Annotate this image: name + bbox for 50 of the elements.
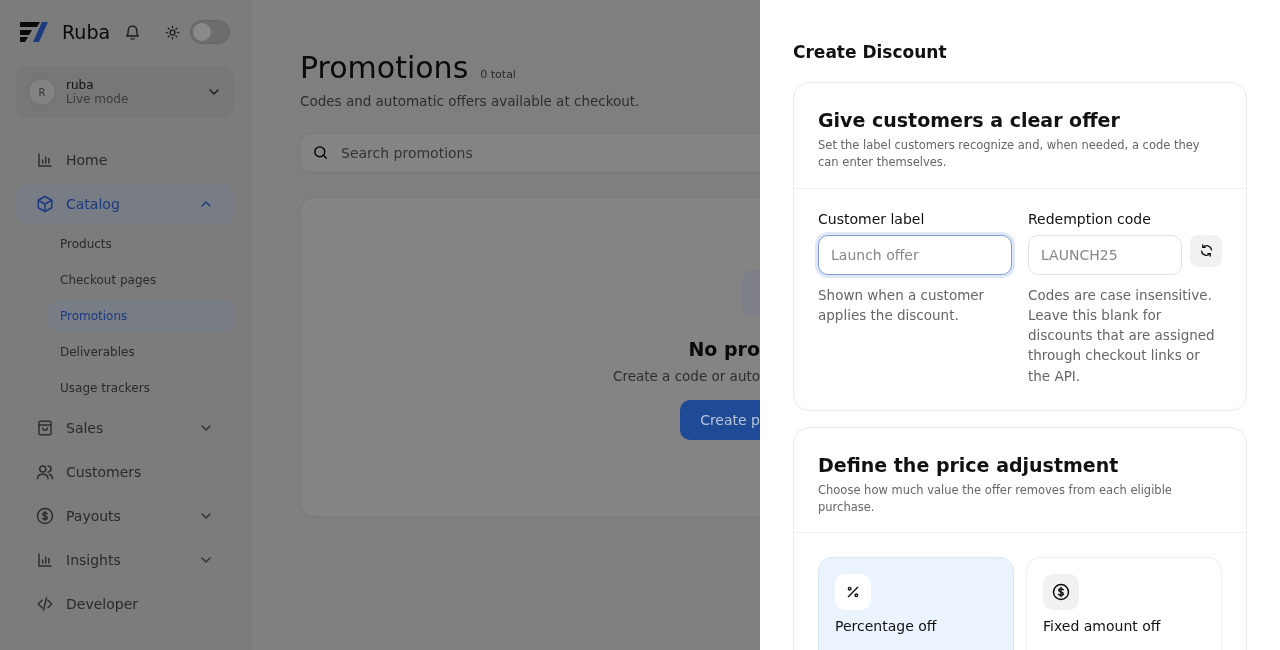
logo-icon xyxy=(20,22,48,42)
bell-icon xyxy=(124,23,141,41)
section-description: Set the label customers recognize and, when needed, a code they can enter themselves. xyxy=(818,137,1201,172)
account-avatar: R xyxy=(28,78,56,106)
code-icon xyxy=(36,595,54,613)
section-heading: Define the price adjustment xyxy=(818,453,1120,476)
total-count: 0 total xyxy=(480,68,516,81)
dollar-circle-icon xyxy=(1052,583,1070,602)
nav-item[interactable]: Developer xyxy=(16,584,234,624)
text-field[interactable]: Launch offer xyxy=(818,234,1012,275)
bar-chart-icon xyxy=(36,551,54,569)
field-label: Customer label xyxy=(818,210,926,227)
bar-chart-icon xyxy=(36,151,54,169)
section-heading: Give customers a clear offer xyxy=(818,109,1121,131)
account-name: ruba xyxy=(66,78,95,92)
field-help-text: Codes are case insensitive. Leave this blank for discounts that are assigned through checkout links or the API. xyxy=(1028,285,1216,386)
nav-subitem[interactable]: Deliverables xyxy=(48,336,234,368)
nav-item[interactable]: Catalog xyxy=(16,184,234,224)
empty-state-title: No pro xyxy=(688,338,760,360)
brand-name: Ruba xyxy=(62,21,111,43)
nav-subitem[interactable]: Promotions xyxy=(48,300,234,332)
dollar-circle-icon xyxy=(36,507,54,525)
discount-type-option[interactable]: Percentage off xyxy=(818,557,1014,650)
search-field[interactable]: Search promotions xyxy=(300,133,760,173)
theme-toggle[interactable] xyxy=(190,20,230,44)
field-help-text: Shown when a customer applies the discount. xyxy=(818,285,986,325)
bag-icon xyxy=(36,419,54,437)
users-icon xyxy=(36,463,54,481)
nav-subitem[interactable]: Checkout pages xyxy=(48,264,234,296)
sun-icon xyxy=(165,24,180,40)
nav-item[interactable]: Payouts xyxy=(16,496,234,536)
section-description: Choose how much value the offer removes from each eligible purchase. xyxy=(818,481,1173,516)
refresh-icon xyxy=(1198,243,1214,258)
nav-item[interactable]: Customers xyxy=(16,452,234,492)
create-button[interactable]: Create p xyxy=(680,400,760,440)
nav-item[interactable]: Insights xyxy=(16,540,234,580)
nav-subitem[interactable]: Products xyxy=(48,228,234,260)
nav-item[interactable]: Sales xyxy=(16,408,234,448)
regenerate-button[interactable] xyxy=(1190,234,1222,267)
nav-subitem[interactable]: Usage trackers xyxy=(48,372,234,404)
nav-item[interactable]: Home xyxy=(16,140,234,180)
page-title: Promotions xyxy=(300,50,469,85)
field-label: Redemption code xyxy=(1028,210,1152,227)
account-switcher[interactable]: R ruba Live mode xyxy=(16,66,234,118)
account-mode: Live mode xyxy=(66,92,130,106)
drawer-title: Create Discount xyxy=(793,42,948,62)
discount-type-option[interactable]: Fixed amount off xyxy=(1026,557,1222,650)
empty-state-text: Create a code or auto xyxy=(612,368,760,384)
page-subtitle: Codes and automatic offers available at checkout. xyxy=(300,93,641,109)
cube-icon xyxy=(36,195,54,213)
